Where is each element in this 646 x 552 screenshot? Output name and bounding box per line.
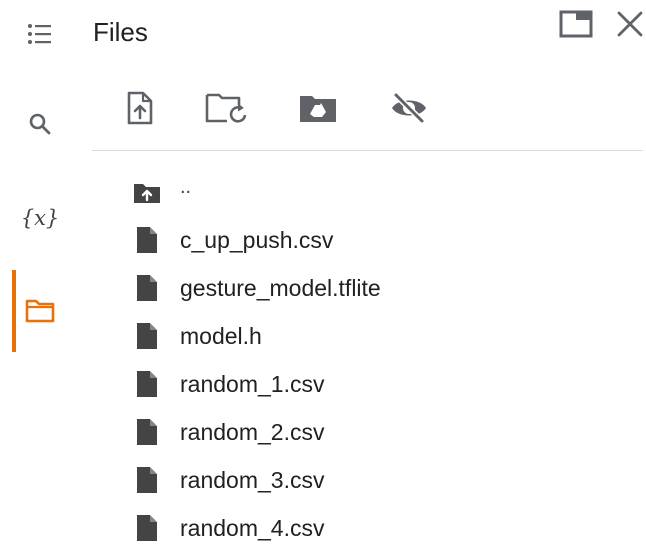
google-drive-folder-icon (298, 92, 338, 129)
file-name: random_3.csv (180, 466, 325, 493)
parent-directory-item[interactable]: .. (0, 170, 646, 216)
mount-drive-button[interactable] (295, 87, 341, 133)
panel-title: Files (93, 17, 148, 47)
file-name: c_up_push.csv (180, 226, 334, 253)
folder-up-icon (133, 179, 161, 207)
table-of-contents-icon (27, 23, 53, 50)
search-button[interactable] (12, 104, 68, 148)
file-icon (133, 514, 161, 542)
toolbar-divider (92, 150, 643, 151)
search-icon (28, 112, 52, 141)
file-tree: .. c_up_push.csv gesture_model.tflite mo… (0, 170, 646, 552)
file-icon (133, 418, 161, 446)
file-item[interactable]: random_4.csv (0, 504, 646, 552)
parent-directory-label: .. (180, 176, 192, 198)
file-name: random_1.csv (180, 370, 325, 397)
file-icon (133, 322, 161, 350)
table-of-contents-button[interactable] (12, 14, 68, 58)
file-item[interactable]: random_1.csv (0, 360, 646, 408)
file-item[interactable]: gesture_model.tflite (0, 264, 646, 312)
file-name: random_4.csv (180, 514, 325, 541)
refresh-button[interactable] (204, 87, 250, 133)
file-name: model.h (180, 322, 262, 349)
file-icon (133, 274, 161, 302)
upload-file-button[interactable] (117, 87, 163, 133)
file-item[interactable]: model.h (0, 312, 646, 360)
close-panel-button[interactable] (610, 8, 646, 44)
file-icon (133, 466, 161, 494)
file-item[interactable]: random_2.csv (0, 408, 646, 456)
open-in-tab-icon (559, 10, 593, 43)
expand-panel-button[interactable] (556, 8, 596, 44)
file-item[interactable]: random_3.csv (0, 456, 646, 504)
upload-file-icon (127, 91, 153, 130)
file-item[interactable]: c_up_push.csv (0, 216, 646, 264)
file-icon (133, 226, 161, 254)
toggle-hidden-files-button[interactable] (386, 87, 432, 133)
file-icon (133, 370, 161, 398)
refresh-folder-icon (205, 91, 249, 130)
file-name: random_2.csv (180, 418, 325, 445)
file-name: gesture_model.tflite (180, 274, 381, 301)
eye-off-icon (389, 91, 429, 130)
close-icon (616, 10, 644, 43)
